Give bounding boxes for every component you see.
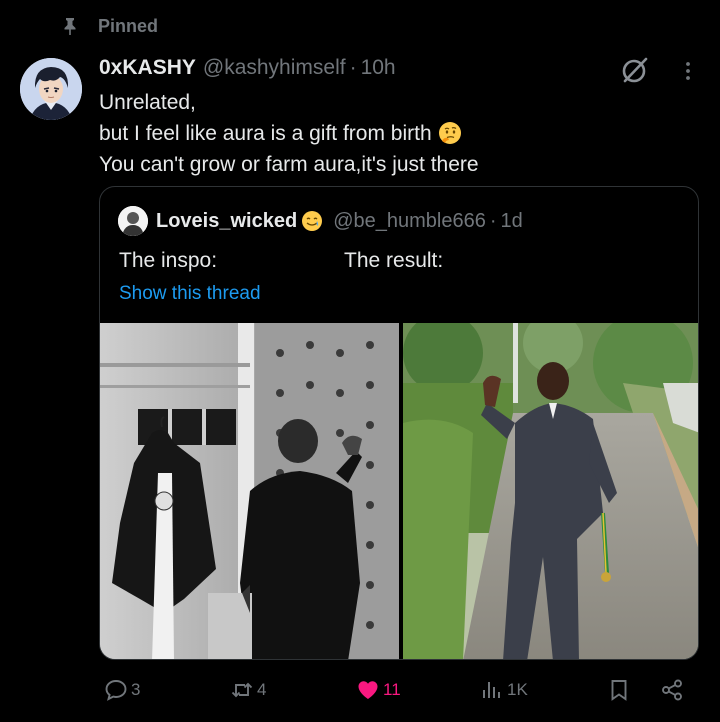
tweet-line-2-wrap: but I feel like aura is a gift from birt… <box>99 118 699 149</box>
reply-count: 3 <box>131 680 141 699</box>
quoted-photo-result[interactable] <box>403 323 698 659</box>
quoted-tweet-header: Loveis_wicked @be_humble666 · 1d <box>118 206 523 236</box>
heart-icon <box>358 681 378 699</box>
more-options-icon[interactable] <box>681 60 695 82</box>
views-chart-icon <box>483 682 500 698</box>
quoted-author-handle[interactable]: @be_humble666 <box>333 210 486 233</box>
share-icon <box>662 679 682 701</box>
tweet-line-2: but I feel like aura is a gift from birt… <box>99 122 432 145</box>
separator-dot: · <box>349 56 357 79</box>
author-name[interactable]: 0xKASHY <box>99 56 196 80</box>
reply-icon <box>105 680 127 701</box>
views-count: 1K <box>507 680 528 699</box>
crying-smile-emoji-icon <box>302 211 323 231</box>
bookmark-button[interactable] <box>607 678 631 702</box>
show-thread-link[interactable]: Show this thread <box>119 283 261 305</box>
views-button[interactable]: 1K <box>480 678 528 702</box>
tweet-line-3: You can't grow or farm aura,it's just th… <box>99 153 479 176</box>
thinking-face-emoji-icon <box>438 122 461 144</box>
action-bar: 3 4 11 1K <box>0 674 720 710</box>
quoted-author-avatar[interactable] <box>118 206 148 236</box>
like-count: 11 <box>383 680 401 699</box>
quoted-author-name[interactable]: Loveis_wicked <box>156 210 297 233</box>
author-handle[interactable]: @kashyhimself <box>203 56 346 80</box>
quoted-separator-dot: · <box>489 209 497 232</box>
bookmark-icon <box>611 680 627 701</box>
quoted-text-result: The result: <box>344 249 444 272</box>
repost-count: 4 <box>257 680 267 699</box>
tweet-line-1: Unrelated, <box>99 91 196 114</box>
tweet-header: 0xKASHY @kashyhimself · 10h <box>99 54 396 82</box>
tweet-text: Unrelated, but I feel like aura is a gif… <box>99 87 699 180</box>
quoted-photo-inspo[interactable] <box>100 323 399 659</box>
quoted-timestamp[interactable]: 1d <box>501 210 523 233</box>
pinned-label: Pinned <box>98 15 159 36</box>
quoted-text-inspo: The inspo: <box>119 249 218 272</box>
reply-button[interactable]: 3 <box>104 678 140 702</box>
tweet-timestamp[interactable]: 10h <box>361 56 396 80</box>
like-button[interactable]: 11 <box>356 678 401 702</box>
repost-button[interactable]: 4 <box>230 678 266 702</box>
quoted-tweet[interactable]: Loveis_wicked @be_humble666 · 1d The ins… <box>99 186 699 660</box>
grok-icon[interactable] <box>620 55 650 85</box>
share-button[interactable] <box>660 678 684 702</box>
pin-icon <box>64 18 76 35</box>
pinned-indicator: Pinned <box>60 14 158 38</box>
author-avatar[interactable] <box>20 58 82 120</box>
repost-icon <box>231 682 253 698</box>
